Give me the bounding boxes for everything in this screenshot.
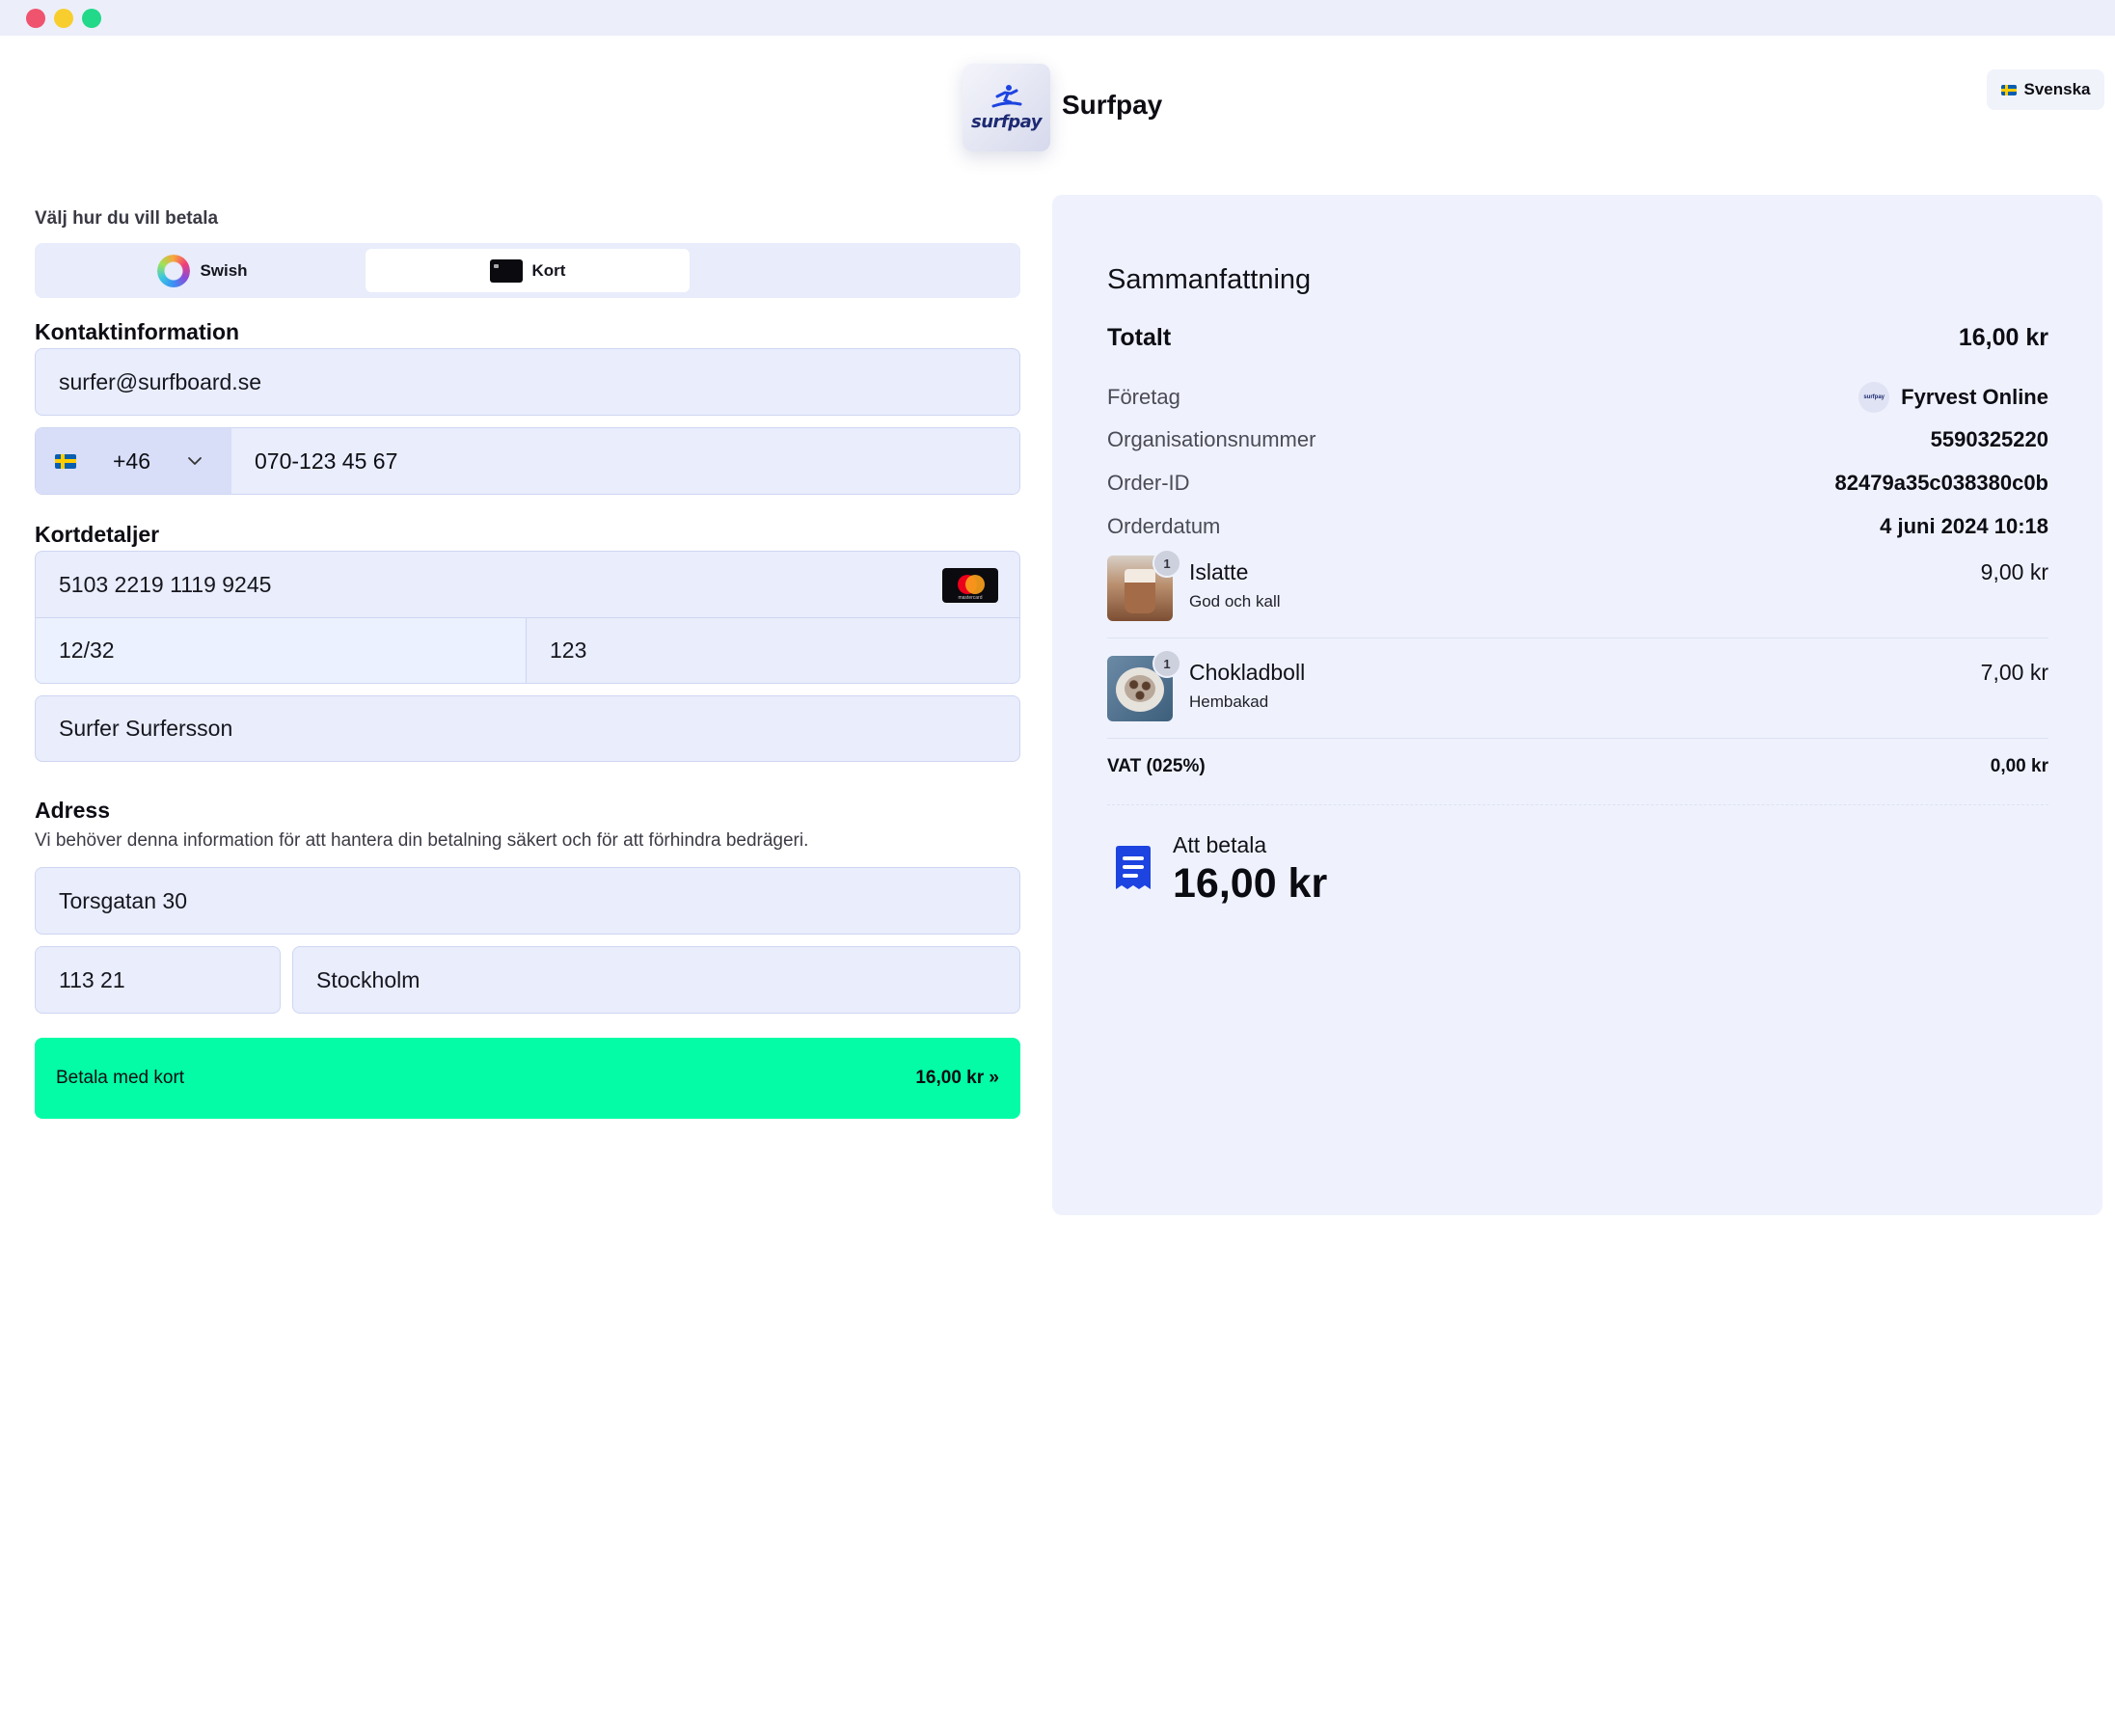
- mastercard-icon: mastercard: [942, 568, 998, 603]
- surfer-logo-icon: [991, 85, 1021, 108]
- language-selector[interactable]: Svenska: [1987, 69, 2104, 110]
- to-pay-amount: 16,00 kr: [1173, 860, 1328, 907]
- item-divider: [1107, 637, 2048, 638]
- org-number-value: 5590325220: [1930, 427, 2048, 451]
- company-value: Fyrvest Online: [1901, 385, 2048, 409]
- card-icon: [489, 258, 523, 283]
- maximize-window-icon[interactable]: [82, 9, 101, 28]
- item-subtitle: Hembakad: [1189, 692, 1269, 711]
- item-quantity-badge: 1: [1152, 549, 1181, 578]
- summary-row-order-id: Order-ID 82479a35c038380c0b: [1107, 471, 2048, 496]
- address-section-title: Adress: [35, 798, 110, 823]
- payment-method-label: Välj hur du vill betala: [35, 208, 219, 229]
- phone-number-input[interactable]: 070-123 45 67: [231, 428, 1019, 494]
- minimize-window-icon[interactable]: [54, 9, 73, 28]
- item-price: 9,00 kr: [1980, 559, 2048, 584]
- card-cvc-field[interactable]: 123: [526, 617, 1020, 684]
- street-field[interactable]: Torsgatan 30: [35, 867, 1020, 935]
- item-name: Islatte: [1189, 559, 1249, 584]
- mastercard-text: mastercard: [958, 595, 983, 601]
- company-value-group: surfpay Fyrvest Online: [1858, 382, 2048, 413]
- phone-country-code-select[interactable]: +46: [36, 428, 231, 494]
- email-field[interactable]: surfer@surfboard.se: [35, 348, 1020, 416]
- receipt-icon: [1116, 846, 1151, 889]
- summary-row-order-date: Orderdatum 4 juni 2024 10:18: [1107, 514, 2048, 539]
- order-date-label: Orderdatum: [1107, 514, 1221, 538]
- brand-name: Surfpay: [1062, 90, 1163, 120]
- company-label: Företag: [1107, 385, 1180, 409]
- brand-logo: surfpay: [963, 64, 1050, 151]
- card-number-value: 5103 2219 1119 9245: [59, 571, 272, 597]
- tab-swish[interactable]: Swish: [41, 249, 365, 292]
- window-titlebar: [0, 0, 2115, 36]
- list-item: 1 Chokladboll Hembakad 7,00 kr: [1107, 649, 2048, 725]
- order-id-label: Order-ID: [1107, 471, 1190, 495]
- list-item: 1 Islatte God och kall 9,00 kr: [1107, 549, 2048, 625]
- tab-kort[interactable]: Kort: [366, 249, 690, 292]
- tab-swish-label: Swish: [200, 260, 248, 280]
- to-pay-label: Att betala: [1173, 832, 1267, 857]
- order-id-value: 82479a35c038380c0b: [1834, 471, 2048, 495]
- logo-wordmark: surfpay: [971, 112, 1042, 132]
- item-quantity-badge: 1: [1152, 649, 1181, 678]
- flag-se-icon: [55, 453, 76, 469]
- zip-field[interactable]: 113 21: [35, 946, 281, 1014]
- summary-title: Sammanfattning: [1107, 264, 1312, 295]
- item-price: 7,00 kr: [1980, 660, 2048, 685]
- vat-label: VAT (025%): [1107, 756, 1206, 776]
- pay-with-card-button[interactable]: Betala med kort 16,00 kr »: [35, 1038, 1020, 1119]
- cardholder-name-field[interactable]: Surfer Surfersson: [35, 695, 1020, 762]
- item-divider: [1107, 738, 2048, 739]
- summary-row-org-number: Organisationsnummer 5590325220: [1107, 427, 2048, 452]
- card-expiry-field[interactable]: 12/32: [35, 617, 527, 684]
- company-logo: surfpay: [1858, 382, 1890, 413]
- card-number-field[interactable]: 5103 2219 1119 9245 mastercard: [35, 551, 1020, 618]
- vat-value: 0,00 kr: [1990, 756, 2048, 776]
- phone-code-value: +46: [113, 448, 151, 474]
- payment-method-tabs: Swish Kort: [35, 243, 1020, 298]
- vat-row: VAT (025%) 0,00 kr: [1107, 756, 2048, 777]
- summary-row-company: Företag surfpay Fyrvest Online: [1107, 382, 2048, 413]
- close-window-icon[interactable]: [26, 9, 45, 28]
- total-label: Totalt: [1107, 324, 1172, 351]
- org-number-label: Organisationsnummer: [1107, 427, 1316, 451]
- order-date-value: 4 juni 2024 10:18: [1880, 514, 2048, 538]
- summary-total-row: Totalt 16,00 kr: [1107, 324, 2048, 352]
- swish-icon: [157, 254, 191, 287]
- flag-se-icon: [2000, 84, 2017, 95]
- chevron-down-icon: [188, 457, 202, 465]
- pay-button-label: Betala med kort: [56, 1068, 185, 1088]
- address-description: Vi behöver denna information för att han…: [35, 830, 809, 851]
- language-label: Svenska: [2023, 80, 2091, 98]
- city-field[interactable]: Stockholm: [292, 946, 1020, 1014]
- card-section-title: Kortdetaljer: [35, 522, 160, 547]
- item-name: Chokladboll: [1189, 660, 1306, 685]
- vat-divider: [1107, 804, 2048, 805]
- tab-kort-label: Kort: [531, 260, 566, 280]
- total-value: 16,00 kr: [1958, 324, 2048, 351]
- item-subtitle: God och kall: [1189, 592, 1281, 610]
- contact-section-title: Kontaktinformation: [35, 319, 240, 344]
- pay-button-amount: 16,00 kr »: [915, 1068, 999, 1088]
- phone-field-group: +46 070-123 45 67: [35, 427, 1020, 495]
